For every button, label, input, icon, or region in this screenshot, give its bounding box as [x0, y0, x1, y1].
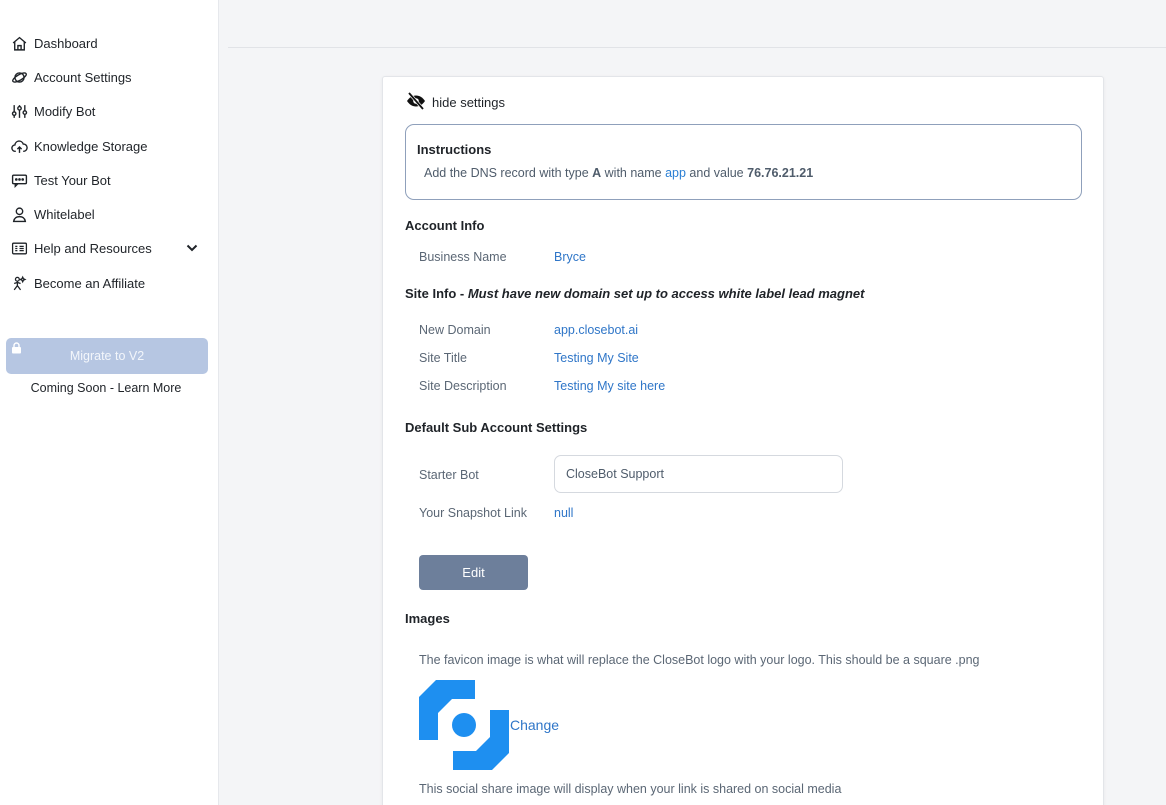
- planet-icon: [11, 69, 28, 86]
- dns-record-type: A: [592, 166, 602, 180]
- edit-button[interactable]: Edit: [419, 555, 528, 590]
- cloud-upload-icon: [11, 138, 28, 155]
- migrate-to-v2-button[interactable]: Migrate to V2: [6, 338, 208, 374]
- sidebar-item-label: Help and Resources: [34, 241, 152, 257]
- social-share-note: This social share image will display whe…: [419, 782, 842, 796]
- eye-off-icon: [405, 91, 432, 114]
- header-divider: [228, 47, 1166, 48]
- migrate-label: Migrate to V2: [69, 349, 145, 363]
- site-description-value: Testing My site here: [554, 379, 666, 393]
- site-title-value: Testing My Site: [554, 351, 639, 365]
- account-info-heading: Account Info: [405, 218, 485, 233]
- starter-bot-label: Starter Bot: [419, 468, 479, 482]
- dns-record-value: 76.76.21.21: [747, 166, 814, 180]
- sidebar-item-label: Test Your Bot: [34, 172, 111, 188]
- favicon-logo-image: [419, 680, 509, 770]
- sidebar: Dashboard Account Settings Modify Bot Kn…: [0, 0, 219, 805]
- site-info-note: Must have new domain set up to access wh…: [467, 286, 865, 301]
- site-description-label: Site Description: [419, 379, 507, 393]
- sidebar-item-label: Whitelabel: [34, 207, 95, 223]
- sidebar-item-label: Dashboard: [34, 35, 98, 51]
- site-info-title: Site Info -: [405, 286, 468, 301]
- instructions-mid1: with name: [601, 166, 666, 180]
- sidebar-item-become-an-affiliate[interactable]: Become an Affiliate: [0, 266, 218, 300]
- snapshot-link-label: Your Snapshot Link: [419, 506, 527, 520]
- instructions-title: Instructions: [417, 142, 492, 157]
- settings-panel: hide settings Instructions Add the DNS r…: [382, 76, 1104, 805]
- instructions-box: Instructions Add the DNS record with typ…: [405, 124, 1082, 200]
- sidebar-item-label: Account Settings: [34, 69, 132, 85]
- change-favicon-link[interactable]: Change: [510, 717, 559, 733]
- sidebar-item-label: Knowledge Storage: [34, 138, 148, 154]
- instructions-pre: Add the DNS record with type: [424, 166, 593, 180]
- site-title-label: Site Title: [419, 351, 467, 365]
- business-name-value: Bryce: [554, 250, 586, 264]
- dns-record-name: app: [665, 166, 686, 180]
- sub-account-heading: Default Sub Account Settings: [405, 420, 588, 435]
- help-icon: [11, 240, 28, 257]
- starter-bot-value: CloseBot Support: [566, 467, 664, 481]
- images-heading: Images: [405, 611, 450, 626]
- lock-icon: [11, 342, 22, 354]
- sidebar-item-help-and-resources[interactable]: Help and Resources: [0, 232, 218, 266]
- sidebar-item-test-your-bot[interactable]: Test Your Bot: [0, 163, 218, 197]
- favicon-note: The favicon image is what will replace t…: [419, 653, 980, 667]
- coming-soon-link[interactable]: Coming Soon - Learn More: [0, 381, 212, 395]
- snapshot-link-value: null: [554, 506, 574, 520]
- sidebar-item-account-settings[interactable]: Account Settings: [0, 60, 218, 94]
- user-icon: [11, 206, 28, 223]
- chat-bubble-icon: [11, 172, 28, 189]
- sidebar-item-dashboard[interactable]: Dashboard: [0, 26, 218, 60]
- hide-settings-label: hide settings: [432, 95, 505, 110]
- home-icon: [11, 35, 28, 52]
- sidebar-item-knowledge-storage[interactable]: Knowledge Storage: [0, 129, 218, 163]
- sliders-icon: [11, 103, 28, 120]
- chevron-down-icon[interactable]: [185, 241, 199, 255]
- site-info-heading: Site Info - Must have new domain set up …: [405, 286, 864, 301]
- starter-bot-field[interactable]: CloseBot Support: [554, 455, 843, 493]
- instructions-mid2: and value: [685, 166, 748, 180]
- sidebar-item-whitelabel[interactable]: Whitelabel: [0, 197, 218, 231]
- business-name-label: Business Name: [419, 250, 507, 264]
- affiliate-icon: [11, 275, 28, 292]
- sidebar-nav: Dashboard Account Settings Modify Bot Kn…: [0, 0, 218, 300]
- hide-settings-toggle[interactable]: hide settings: [405, 91, 505, 114]
- new-domain-label: New Domain: [419, 323, 491, 337]
- instructions-text: Add the DNS record with type A with name…: [424, 166, 813, 180]
- sidebar-item-modify-bot[interactable]: Modify Bot: [0, 95, 218, 129]
- new-domain-value: app.closebot.ai: [554, 323, 639, 337]
- sidebar-item-label: Become an Affiliate: [34, 275, 146, 291]
- sidebar-item-label: Modify Bot: [34, 104, 96, 120]
